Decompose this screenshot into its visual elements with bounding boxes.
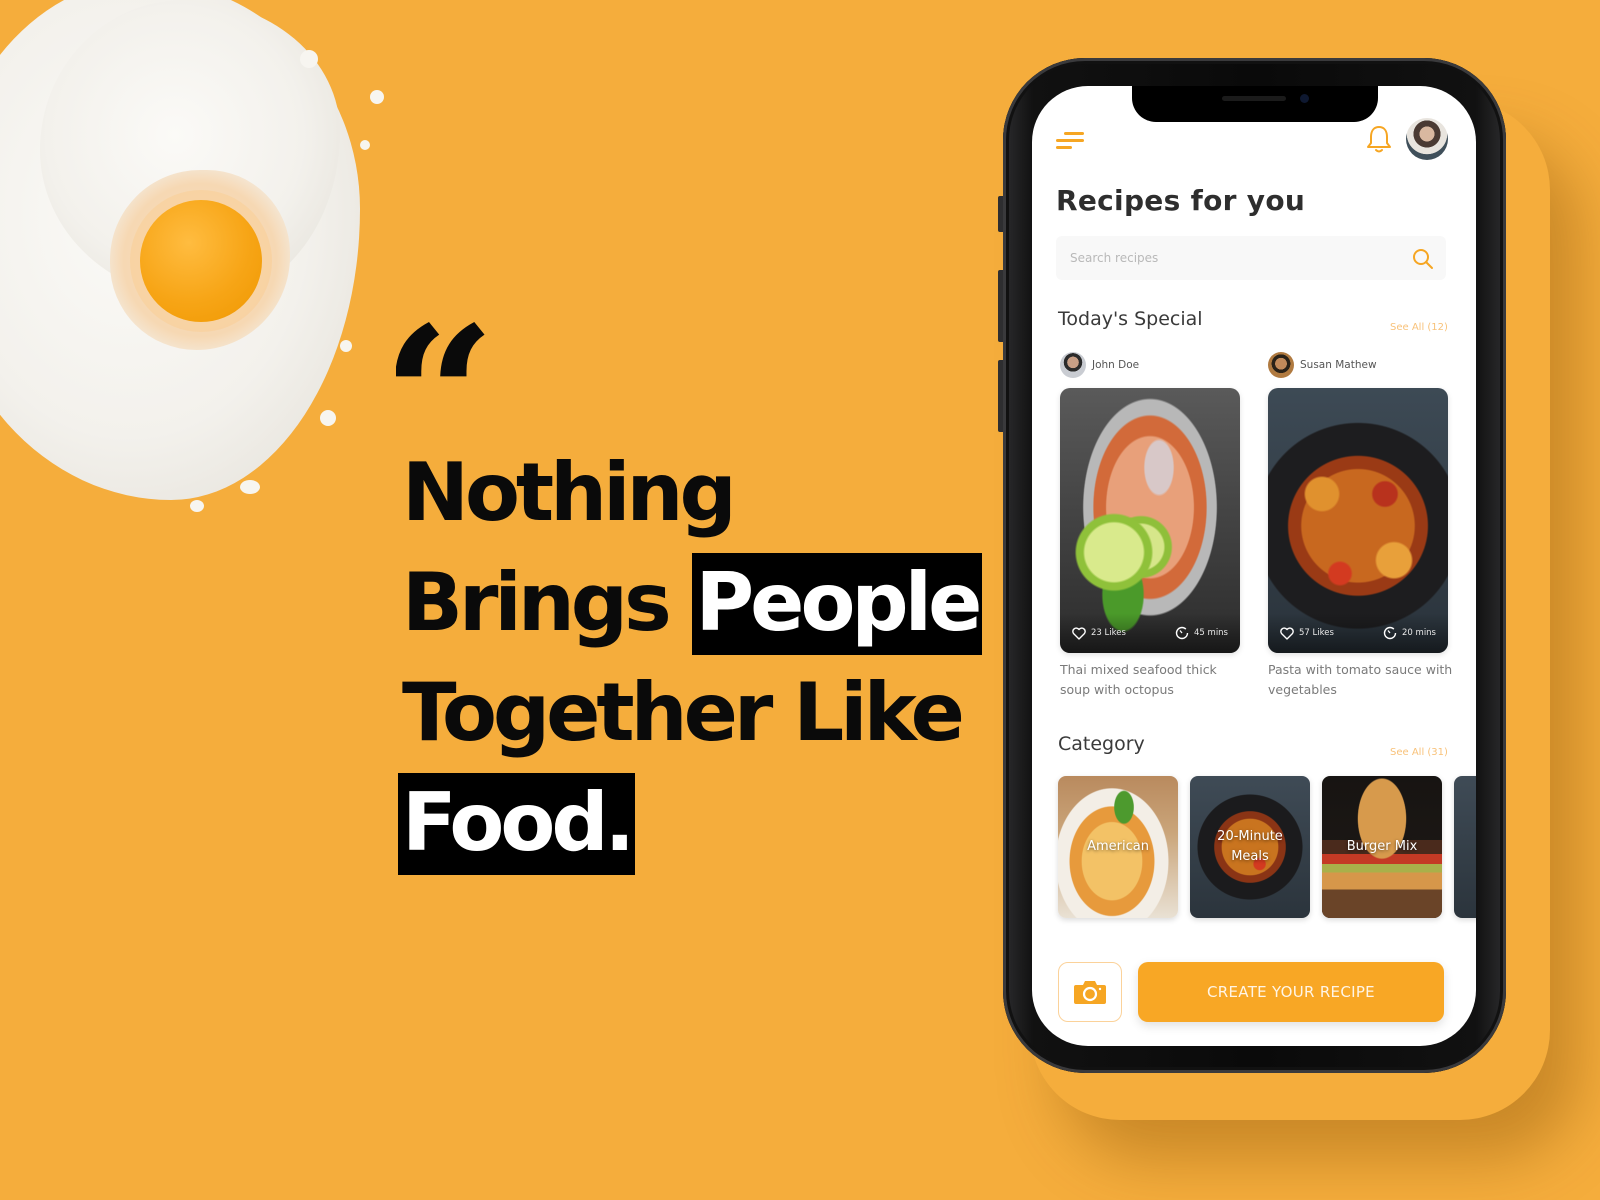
recipe-card[interactable]: 23 Likes 45 mins — [1060, 388, 1240, 653]
hamburger-menu-icon[interactable] — [1056, 130, 1086, 150]
front-camera — [1300, 94, 1309, 103]
category-card-partial[interactable] — [1454, 776, 1476, 918]
quote-line-text: Brings — [402, 556, 692, 649]
quote-mark-icon: “ — [396, 316, 982, 408]
flour-speck — [360, 140, 370, 150]
quote-line: Brings People — [402, 548, 983, 658]
recipe-card[interactable]: 57 Likes 20 mins — [1268, 388, 1448, 653]
quote-block: “ Nothing Brings People Together Like Fo… — [396, 316, 983, 878]
user-avatar[interactable] — [1406, 118, 1448, 160]
quote-line: Together Like — [402, 658, 982, 768]
speaker-grill — [1222, 96, 1286, 101]
recipe-card-meta: 57 Likes 20 mins — [1268, 613, 1448, 653]
todays-special-title: Today's Special — [1058, 308, 1203, 330]
bell-icon[interactable] — [1366, 124, 1392, 154]
heart-icon[interactable] — [1280, 626, 1294, 640]
category-card-burger-mix[interactable]: Burger Mix — [1322, 776, 1442, 918]
bottom-fade — [1032, 926, 1476, 966]
quote-line-text: Together Like — [402, 666, 965, 759]
flour-speck — [240, 480, 260, 494]
recipe-name[interactable]: Pasta with tomato sauce with vegetables — [1268, 660, 1458, 700]
category-label: Burger Mix — [1346, 839, 1418, 854]
egg-yolk — [140, 200, 262, 322]
category-card-20-minute-meals[interactable]: 20-Minute Meals — [1190, 776, 1310, 918]
create-recipe-button[interactable]: CREATE YOUR RECIPE — [1138, 962, 1444, 1022]
category-card-american[interactable]: American — [1058, 776, 1178, 918]
heart-icon[interactable] — [1072, 626, 1086, 640]
todays-special-see-all-link[interactable]: See All (12) — [1390, 322, 1448, 333]
phone-notch — [1132, 86, 1378, 122]
timer-icon — [1175, 626, 1189, 640]
flour-speck — [300, 50, 318, 68]
phone-screen: Recipes for you Today's Special See All … — [1032, 86, 1476, 1046]
flour-speck — [370, 90, 384, 104]
quote-line: Food. — [398, 768, 982, 878]
search-input[interactable] — [1056, 236, 1446, 280]
author-name: John Doe — [1092, 359, 1140, 371]
quote-highlight: Food. — [398, 773, 635, 875]
timer-icon — [1383, 626, 1397, 640]
quote-line: Nothing — [402, 438, 982, 548]
quote-highlight: People — [691, 553, 983, 655]
recipe-name[interactable]: Thai mixed seafood thick soup with octop… — [1060, 660, 1250, 700]
page-title: Recipes for you — [1056, 184, 1306, 217]
likes-count: 57 Likes — [1299, 628, 1334, 638]
category-image — [1454, 776, 1476, 918]
likes-count: 23 Likes — [1091, 628, 1126, 638]
search-bar — [1056, 236, 1446, 280]
camera-button[interactable] — [1058, 962, 1122, 1022]
author-avatar — [1060, 352, 1086, 378]
cook-time: 20 mins — [1402, 628, 1436, 638]
camera-icon — [1074, 981, 1106, 1004]
author-avatar — [1268, 352, 1294, 378]
category-label: American — [1087, 839, 1149, 854]
recipe-card-meta: 23 Likes 45 mins — [1060, 613, 1240, 653]
category-title: Category — [1058, 733, 1145, 755]
cook-time: 45 mins — [1194, 628, 1228, 638]
quote-text: Nothing Brings People Together Like Food… — [398, 438, 983, 878]
flour-egg-image — [0, 0, 384, 540]
category-see-all-link[interactable]: See All (31) — [1390, 747, 1448, 758]
recipe-author[interactable]: John Doe — [1060, 352, 1139, 378]
search-icon[interactable] — [1412, 248, 1434, 270]
flour-speck — [190, 500, 204, 512]
recipe-author[interactable]: Susan Mathew — [1268, 352, 1377, 378]
flour-speck — [320, 410, 336, 426]
flour-speck — [340, 340, 352, 352]
author-name: Susan Mathew — [1300, 359, 1377, 371]
quote-line-text: Nothing — [402, 446, 737, 539]
category-label: 20-Minute Meals — [1217, 829, 1283, 864]
